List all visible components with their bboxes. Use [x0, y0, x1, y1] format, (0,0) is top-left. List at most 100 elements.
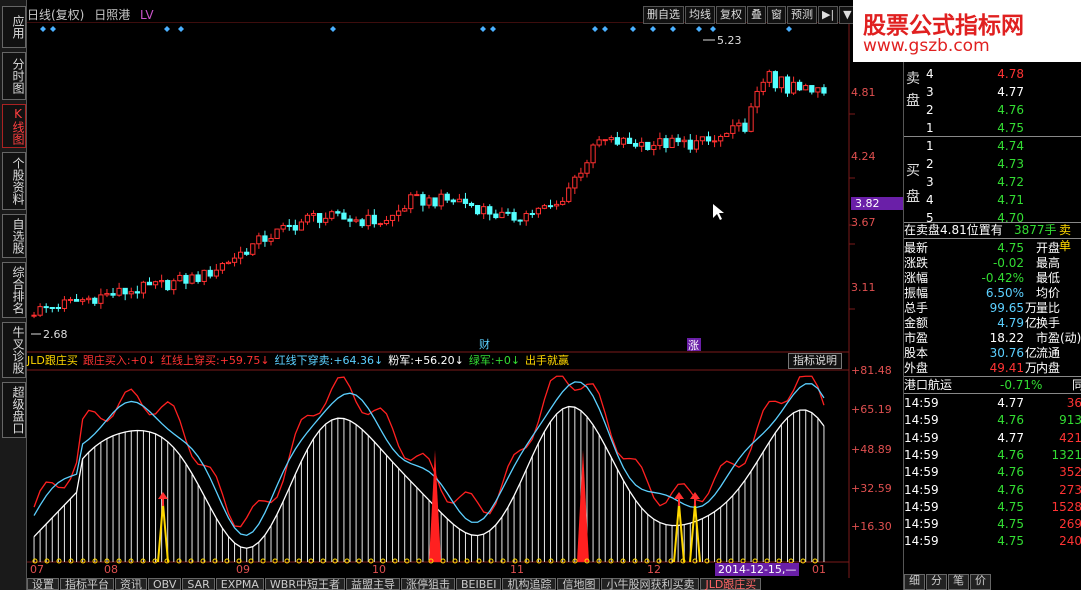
- toolbar-button-4[interactable]: 窗: [767, 6, 786, 24]
- candle-body: [177, 274, 183, 282]
- quote-value: 18.22: [989, 331, 1024, 345]
- tick-price: 4.76: [997, 413, 1024, 428]
- candle-body: [821, 87, 827, 94]
- price-axis-label: 3.67: [851, 216, 876, 229]
- sell-level-2: 2 4.76: [904, 102, 1081, 118]
- candle-body: [432, 197, 438, 207]
- candle-body: [523, 213, 529, 222]
- sidebar-item-7[interactable]: 超级盘口: [2, 382, 26, 438]
- sidebar-item-0[interactable]: 应用: [2, 6, 26, 48]
- candle-body: [766, 71, 772, 83]
- candle-body: [341, 212, 347, 220]
- quote-label-right: 最低: [1036, 271, 1061, 285]
- indicator-name: JLD跟庄买: [27, 354, 78, 367]
- candle-body: [402, 208, 408, 212]
- indicator-tab-8[interactable]: 涨停狙击: [400, 578, 455, 590]
- sector-row: 港口航运 -0.71% 同: [904, 377, 1081, 393]
- panel-tab-3[interactable]: 价: [970, 574, 991, 590]
- indicator-tab-4[interactable]: SAR: [182, 578, 215, 590]
- sidebar-item-5[interactable]: 综合排名: [2, 262, 26, 318]
- signal-diamond: [40, 26, 46, 32]
- toolbar-button-6[interactable]: ▶|: [818, 6, 839, 24]
- candle-body: [815, 87, 821, 93]
- sidebar-item-6[interactable]: 牛叉诊股: [2, 322, 26, 378]
- candle-body: [310, 213, 317, 216]
- price-axis-label: 3.82: [851, 197, 903, 210]
- quote-label: 金额: [904, 316, 929, 330]
- indicator-tab-11[interactable]: 信地图: [557, 578, 601, 590]
- toolbar-button-2[interactable]: 复权: [716, 6, 746, 24]
- status-volume: 3877手: [1014, 223, 1057, 237]
- candle-body: [329, 211, 335, 219]
- candle-body: [444, 193, 450, 201]
- sidebar-item-3[interactable]: 个股资料: [2, 152, 26, 210]
- quote-divider: [904, 238, 1081, 239]
- sidebar-item-4[interactable]: 自选股: [2, 214, 26, 258]
- indicator-tab-3[interactable]: OBV: [148, 578, 182, 590]
- max-price-label: 5.23: [717, 34, 742, 47]
- candle-body: [86, 297, 92, 301]
- event-marker-finance[interactable]: 财: [479, 337, 490, 351]
- indicator-tab-9[interactable]: BEIBEI: [455, 578, 502, 590]
- candle-body: [438, 193, 444, 207]
- candle-body: [146, 281, 153, 286]
- candle-body: [529, 213, 535, 216]
- candle-body: [49, 306, 55, 309]
- quote-row: 外盘 49.41 万内盘: [904, 360, 1081, 376]
- tick-row: 14:59 4.75 269: [904, 516, 1081, 532]
- indicator-legend: JLD跟庄买 跟庄买入:+0↓ 红线上穿买:+59.75↓ 红线下穿卖:+64.36↓…: [27, 353, 569, 369]
- toolbar-button-1[interactable]: 均线: [685, 6, 715, 24]
- watermark-logo: 股票公式指标网 www.gszb.com: [853, 0, 1081, 62]
- candle-body: [566, 187, 572, 202]
- indicator-tab-10[interactable]: 机构追踪: [502, 578, 557, 590]
- panel-tab-0[interactable]: 细: [904, 574, 925, 590]
- panel-tab-2[interactable]: 笔: [948, 574, 969, 590]
- toolbar-button-3[interactable]: 叠: [747, 6, 766, 24]
- indicator-tab-12[interactable]: 小牛股网获利买卖: [601, 578, 700, 590]
- candle-body: [37, 306, 43, 316]
- tick-row: 14:59 4.75 240: [904, 533, 1081, 549]
- indicator-item-4: 绿军:+0↓: [468, 354, 521, 367]
- indicator-tab-6[interactable]: WBR中短王者: [264, 578, 345, 590]
- indicator-tab-13[interactable]: JLD跟庄买: [700, 578, 762, 590]
- indicator-tab-5[interactable]: EXPMA: [215, 578, 264, 590]
- tick-price: 4.75: [997, 499, 1024, 514]
- candle-body: [128, 291, 134, 295]
- kline-chart[interactable]: 5.23 2.68 财 涨: [27, 22, 903, 578]
- candle-body: [383, 219, 390, 225]
- candle-body: [73, 298, 80, 302]
- tick-time: 14:59: [904, 413, 939, 428]
- toolbar-button-0[interactable]: 删自选: [643, 6, 684, 24]
- candle-body: [165, 280, 171, 291]
- tick-time: 14:59: [904, 482, 939, 497]
- candle-body: [347, 218, 353, 222]
- indicator-tab-0[interactable]: 设置: [27, 578, 59, 590]
- candle-body: [61, 299, 68, 309]
- toolbar-button-5[interactable]: 预测: [787, 6, 817, 24]
- candle-body: [602, 139, 608, 142]
- tick-row: 14:59 4.76 1321: [904, 447, 1081, 463]
- candle-body: [262, 235, 268, 242]
- indicator-tab-1[interactable]: 指标平台: [60, 578, 114, 590]
- indicator-tab-7[interactable]: 益盟主导: [345, 578, 400, 590]
- candle-body: [274, 228, 280, 239]
- x-axis-label: 10: [372, 563, 386, 576]
- quote-label-right: 换手: [1036, 316, 1061, 330]
- event-marker-rise[interactable]: 涨: [688, 339, 699, 352]
- sidebar-item-2[interactable]: K线图: [2, 104, 26, 148]
- panel-tab-1[interactable]: 分: [926, 574, 947, 590]
- indicator-tab-2[interactable]: 资讯: [115, 578, 147, 590]
- sidebar-item-1[interactable]: 分时图: [2, 52, 26, 100]
- indicator-help-button[interactable]: 指标说明: [788, 353, 842, 369]
- period-label: 日线(复权): [27, 8, 85, 22]
- mouse-cursor: [713, 204, 724, 220]
- candle-body: [608, 137, 614, 141]
- candle-body: [499, 211, 505, 219]
- candle-body: [511, 212, 517, 221]
- candle-body: [803, 85, 809, 91]
- lv-badge[interactable]: LV: [140, 8, 154, 22]
- signal-diamond: [602, 26, 608, 32]
- quote-value: 30.76: [989, 346, 1024, 360]
- tick-price: 4.76: [997, 447, 1024, 462]
- signal-diamond: [490, 26, 496, 32]
